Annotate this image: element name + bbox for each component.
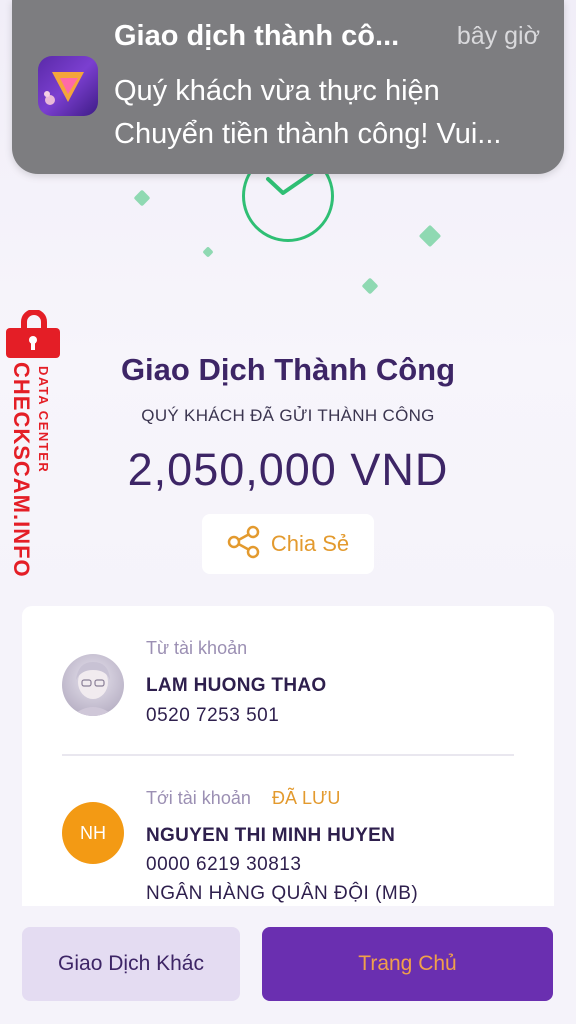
other-transaction-button[interactable]: Giao Dịch Khác [22, 927, 240, 1001]
sender-avatar [62, 654, 124, 716]
recipient-avatar: NH [62, 802, 124, 864]
sender-account-number: 0520 7253 501 [146, 705, 280, 726]
divider [62, 754, 514, 756]
push-notification[interactable]: Giao dịch thành cô... bây giờ Quý khách … [12, 0, 564, 174]
transfer-details-card: Từ tài khoản LAM HUONG THAO 0520 7253 50… [22, 606, 554, 906]
home-button[interactable]: Trang Chủ [262, 927, 553, 1001]
sender-name: LAM HUONG THAO [146, 675, 327, 696]
saved-badge: ĐÃ LƯU [272, 788, 341, 808]
success-subtitle: QUÝ KHÁCH ĐÃ GỬI THÀNH CÔNG [141, 406, 435, 425]
recipient-account-number: 0000 6219 30813 [146, 854, 302, 875]
share-button[interactable]: Chia Sẻ [202, 514, 374, 574]
notification-title: Giao dịch thành cô... [114, 20, 400, 52]
to-account-label: Tới tài khoản [146, 788, 251, 808]
recipient-bank-name: NGÂN HÀNG QUÂN ĐỘI (MB) [146, 883, 419, 904]
app-icon [38, 56, 98, 116]
share-label: Chia Sẻ [270, 531, 350, 556]
transfer-amount: 2,050,000 VND [127, 444, 449, 495]
notification-body-line: Quý khách vừa thực hiện [114, 75, 440, 107]
notification-time: bây giờ [456, 22, 540, 50]
share-icon [227, 525, 261, 564]
from-account-label: Từ tài khoản [146, 638, 248, 658]
recipient-name: NGUYEN THI MINH HUYEN [146, 825, 396, 846]
page-title: Giao Dịch Thành Công [120, 352, 456, 387]
notification-body-line: Chuyển tiền thành công! Vui... [114, 118, 502, 150]
notification-body: Quý khách vừa thực hiện Chuyển tiền thàn… [114, 70, 554, 156]
